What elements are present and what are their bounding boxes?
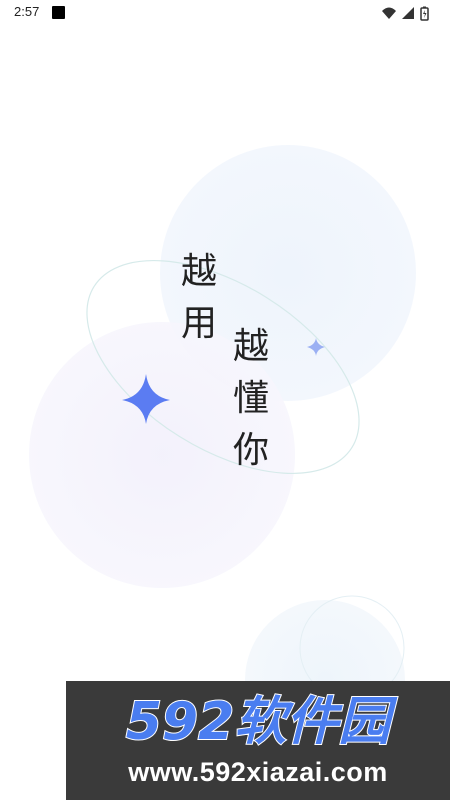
watermark-logo-text: 592软件园 xyxy=(126,692,399,752)
watermark-banner: 592软件园 www.592xiazai.com xyxy=(66,681,450,800)
watermark-url: www.592xiazai.com xyxy=(128,757,388,787)
slogan-column-right: 越 懂 你 xyxy=(231,321,271,477)
watermark-logo: 592软件园 xyxy=(125,691,400,753)
slogan-char: 用 xyxy=(180,303,217,344)
slogan-char: 懂 xyxy=(232,378,269,419)
slogan-char: 你 xyxy=(232,430,269,471)
splash-decoration xyxy=(29,145,416,760)
slogan-char: 越 xyxy=(180,251,217,292)
slogan-char: 越 xyxy=(232,326,269,367)
slogan-column-left: 越 用 xyxy=(179,246,219,350)
